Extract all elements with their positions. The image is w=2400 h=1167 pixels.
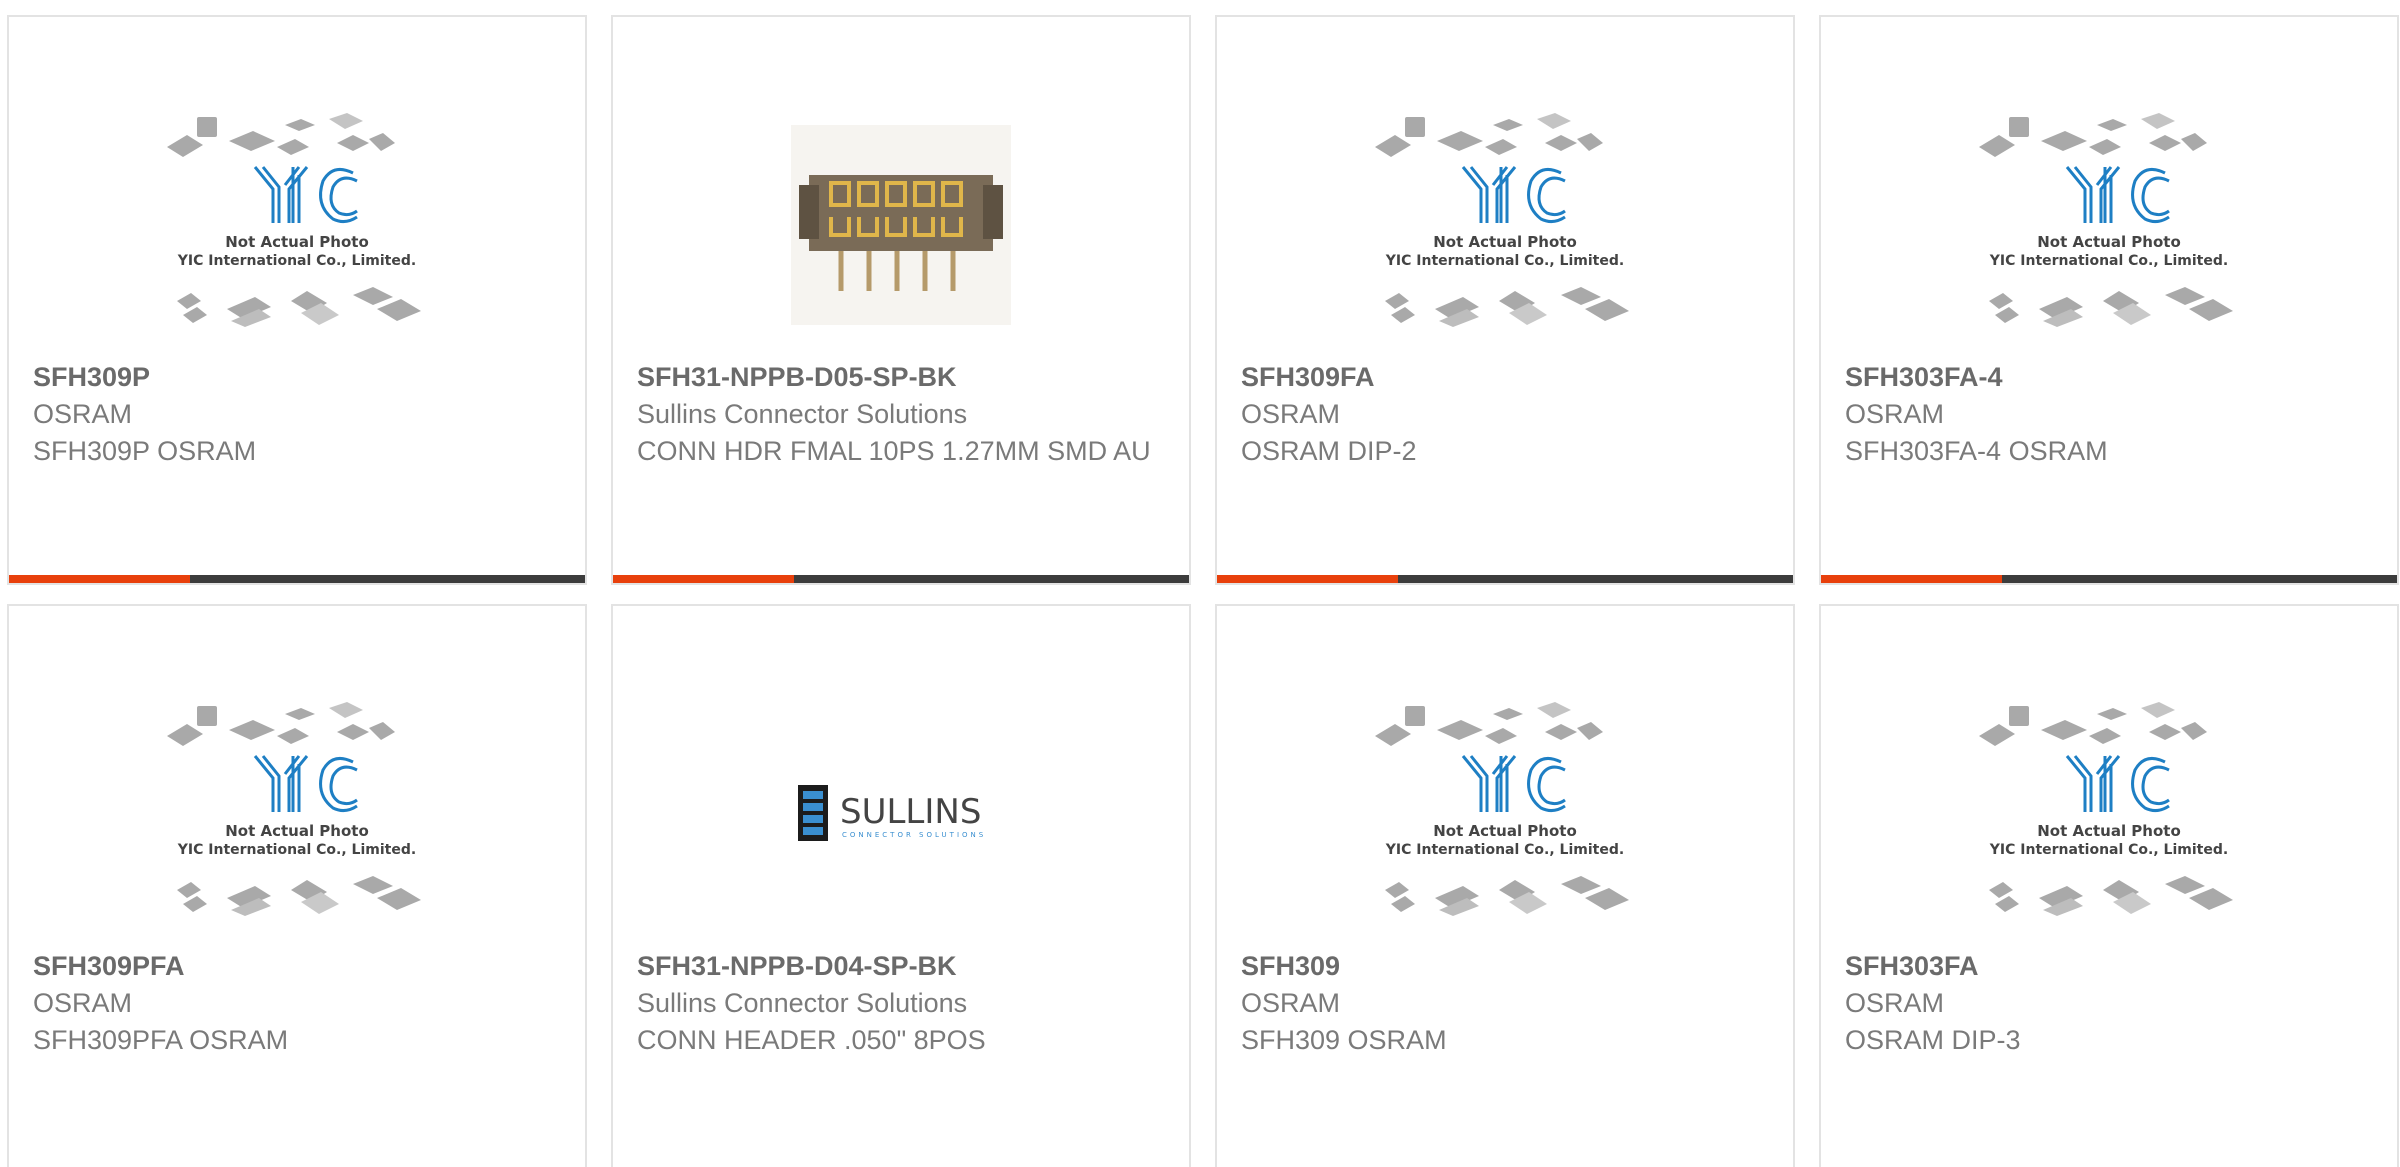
product-description: SFH309P OSRAM — [33, 436, 257, 466]
placeholder-line1: Not Actual Photo — [1433, 822, 1577, 840]
placeholder-line2: YIC International Co., Limited. — [1385, 842, 1624, 858]
product-image[interactable]: SULLINS CONNECTOR SOLUTIONS — [613, 674, 1189, 954]
card-bar-accent — [1821, 575, 2003, 583]
yic-placeholder-image: Not Actual Photo YIC International Co., … — [1979, 113, 2233, 327]
product-card[interactable]: Not Actual Photo YIC International Co., … — [1215, 15, 1795, 585]
card-bottom-bar — [9, 575, 585, 583]
placeholder-line2: YIC International Co., Limited. — [1989, 842, 2228, 858]
yic-placeholder-image: Not Actual Photo YIC International Co., … — [167, 113, 421, 327]
product-manufacturer: OSRAM — [1845, 988, 1945, 1018]
product-manufacturer: Sullins Connector Solutions — [637, 399, 968, 429]
sullins-logo-tagline: CONNECTOR SOLUTIONS — [842, 831, 986, 839]
product-info: SFH303FA-4 OSRAM SFH303FA-4 OSRAM — [1845, 359, 2377, 470]
product-image[interactable]: Not Actual Photo YIC International Co., … — [9, 674, 585, 954]
product-description: OSRAM DIP-3 — [1845, 1025, 2021, 1055]
placeholder-line2: YIC International Co., Limited. — [1385, 253, 1624, 269]
placeholder-line1: Not Actual Photo — [225, 822, 369, 840]
product-card[interactable]: Not Actual Photo YIC International Co., … — [1215, 604, 1795, 1167]
placeholder-line2: YIC International Co., Limited. — [177, 253, 416, 269]
placeholder-line1: Not Actual Photo — [1433, 233, 1577, 251]
product-info: SFH309FA OSRAM OSRAM DIP-2 — [1241, 359, 1773, 470]
product-part-number[interactable]: SFH309FA — [1241, 362, 1375, 392]
product-manufacturer: OSRAM — [1241, 988, 1341, 1018]
card-bar-accent — [9, 575, 191, 583]
product-description: OSRAM DIP-2 — [1241, 436, 1417, 466]
product-grid: Not Actual Photo YIC International Co., … — [0, 0, 2400, 1167]
product-image[interactable]: Not Actual Photo YIC International Co., … — [1821, 674, 2397, 954]
product-card[interactable]: Not Actual Photo YIC International Co., … — [1819, 15, 2399, 585]
product-description: CONN HDR FMAL 10PS 1.27MM SMD AU — [637, 436, 1151, 466]
card-bottom-bar — [1217, 575, 1793, 583]
product-part-number[interactable]: SFH309PFA — [33, 951, 185, 981]
card-bottom-bar — [613, 575, 1189, 583]
yic-placeholder-image: Not Actual Photo YIC International Co., … — [1375, 702, 1629, 916]
product-part-number[interactable]: SFH303FA — [1845, 951, 1979, 981]
product-manufacturer: OSRAM — [1845, 399, 1945, 429]
yic-placeholder-image: Not Actual Photo YIC International Co., … — [1375, 113, 1629, 327]
product-part-number[interactable]: SFH31-NPPB-D04-SP-BK — [637, 951, 957, 981]
product-description: SFH309PFA OSRAM — [33, 1025, 289, 1055]
product-info: SFH31-NPPB-D04-SP-BK Sullins Connector S… — [637, 948, 1169, 1059]
connector-photo — [791, 125, 1011, 325]
product-manufacturer: OSRAM — [1241, 399, 1341, 429]
product-info: SFH309 OSRAM SFH309 OSRAM — [1241, 948, 1773, 1059]
placeholder-line2: YIC International Co., Limited. — [1989, 253, 2228, 269]
product-card[interactable]: Not Actual Photo YIC International Co., … — [7, 15, 587, 585]
placeholder-line2: YIC International Co., Limited. — [177, 842, 416, 858]
product-image[interactable] — [613, 85, 1189, 365]
placeholder-line1: Not Actual Photo — [2037, 822, 2181, 840]
product-card[interactable]: Not Actual Photo YIC International Co., … — [7, 604, 587, 1167]
product-info: SFH309P OSRAM SFH309P OSRAM — [33, 359, 565, 470]
yic-placeholder-image: Not Actual Photo YIC International Co., … — [167, 702, 421, 916]
product-part-number[interactable]: SFH31-NPPB-D05-SP-BK — [637, 362, 957, 392]
product-card[interactable]: Not Actual Photo YIC International Co., … — [1819, 604, 2399, 1167]
product-manufacturer: OSRAM — [33, 399, 133, 429]
sullins-logo: SULLINS CONNECTOR SOLUTIONS — [798, 785, 986, 841]
product-description: SFH303FA-4 OSRAM — [1845, 436, 2108, 466]
placeholder-line1: Not Actual Photo — [225, 233, 369, 251]
product-description: CONN HEADER .050" 8POS — [637, 1025, 986, 1055]
placeholder-line1: Not Actual Photo — [2037, 233, 2181, 251]
product-info: SFH31-NPPB-D05-SP-BK Sullins Connector S… — [637, 359, 1169, 470]
product-image[interactable]: Not Actual Photo YIC International Co., … — [1821, 85, 2397, 365]
product-part-number[interactable]: SFH309 — [1241, 951, 1340, 981]
product-manufacturer: OSRAM — [33, 988, 133, 1018]
product-info: SFH309PFA OSRAM SFH309PFA OSRAM — [33, 948, 565, 1059]
product-part-number[interactable]: SFH303FA-4 — [1845, 362, 2003, 392]
product-image[interactable]: Not Actual Photo YIC International Co., … — [1217, 85, 1793, 365]
product-part-number[interactable]: SFH309P — [33, 362, 150, 392]
product-info: SFH303FA OSRAM OSRAM DIP-3 — [1845, 948, 2377, 1059]
yic-placeholder-image: Not Actual Photo YIC International Co., … — [1979, 702, 2233, 916]
sullins-logo-name: SULLINS — [840, 792, 981, 832]
product-card[interactable]: SFH31-NPPB-D05-SP-BK Sullins Connector S… — [611, 15, 1191, 585]
card-bar-accent — [1217, 575, 1399, 583]
product-image[interactable]: Not Actual Photo YIC International Co., … — [1217, 674, 1793, 954]
product-image[interactable]: Not Actual Photo YIC International Co., … — [9, 85, 585, 365]
product-card[interactable]: SULLINS CONNECTOR SOLUTIONS SFH31-NPPB-D… — [611, 604, 1191, 1167]
card-bottom-bar — [1821, 575, 2397, 583]
product-manufacturer: Sullins Connector Solutions — [637, 988, 968, 1018]
card-bar-accent — [613, 575, 795, 583]
product-description: SFH309 OSRAM — [1241, 1025, 1447, 1055]
